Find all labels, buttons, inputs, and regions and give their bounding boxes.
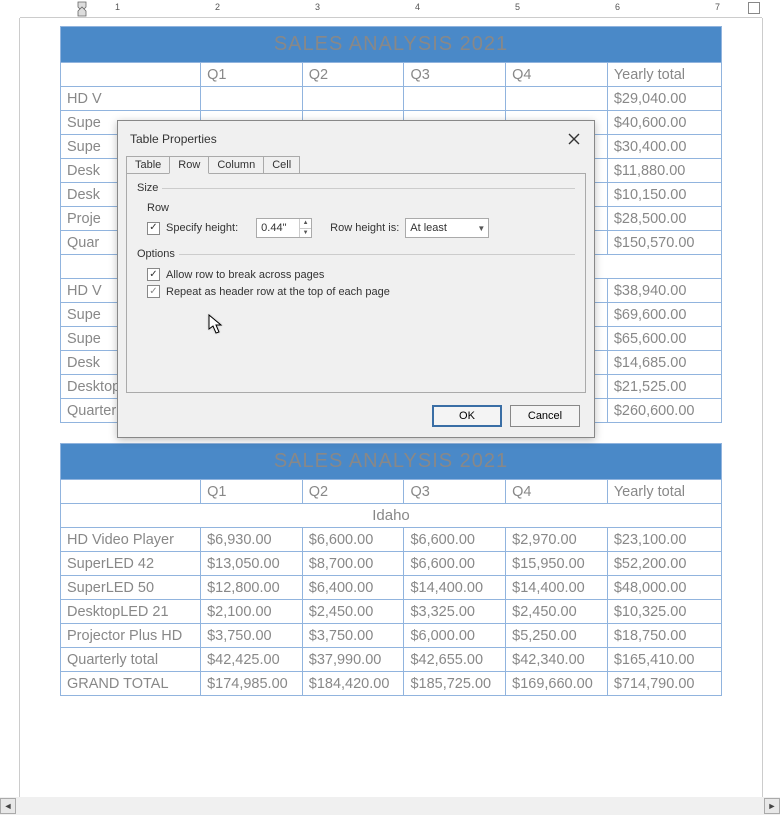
allow-break-label: Allow row to break across pages	[166, 269, 324, 281]
ruler-corner-button[interactable]	[748, 2, 760, 14]
horizontal-scrollbar[interactable]: ◄ ►	[0, 797, 780, 815]
ok-button[interactable]: OK	[432, 405, 502, 427]
tab-body: Size Row Specify height: 0.44" ▲▼ Row he…	[126, 173, 586, 393]
tab-column[interactable]: Column	[208, 156, 264, 174]
height-input[interactable]: 0.44" ▲▼	[256, 218, 312, 238]
indent-marker-icon[interactable]	[77, 0, 87, 18]
scroll-right-icon[interactable]: ►	[764, 798, 780, 814]
scroll-left-icon[interactable]: ◄	[0, 798, 16, 814]
close-icon[interactable]	[564, 129, 584, 149]
vertical-ruler-left	[0, 18, 20, 797]
horizontal-ruler: 1 2 3 4 5 6 7	[20, 0, 762, 18]
table-row: HD Video Player$6,930.00$6,600.00$6,600.…	[61, 528, 722, 552]
tab-row[interactable]: Row	[169, 156, 209, 174]
table-row: Quarterly total$42,425.00$37,990.00$42,6…	[61, 648, 722, 672]
chevron-down-icon: ▼	[477, 224, 485, 233]
tab-strip: Table Row Column Cell	[118, 156, 594, 174]
region-row: Idaho	[61, 504, 722, 528]
table-properties-dialog: Table Properties Table Row Column Cell S…	[117, 120, 595, 438]
specify-height-checkbox[interactable]	[147, 222, 160, 235]
repeat-header-label: Repeat as header row at the top of each …	[166, 286, 390, 298]
tab-table[interactable]: Table	[126, 156, 170, 174]
table-row: GRAND TOTAL$174,985.00$184,420.00$185,72…	[61, 672, 722, 696]
table-row: SuperLED 50$12,800.00$6,400.00$14,400.00…	[61, 576, 722, 600]
table-row: SuperLED 42$13,050.00$8,700.00$6,600.00$…	[61, 552, 722, 576]
table-row: Projector Plus HD$3,750.00$3,750.00$6,00…	[61, 624, 722, 648]
table-title: SALES ANALYSIS 2021	[61, 444, 722, 480]
options-group: Options Allow row to break across pages …	[137, 248, 575, 304]
table-row: DesktopLED 21$2,100.00$2,450.00$3,325.00…	[61, 600, 722, 624]
row-label: Row	[147, 202, 169, 214]
specify-height-label: Specify height:	[166, 222, 238, 234]
cancel-button[interactable]: Cancel	[510, 405, 580, 427]
size-group: Size Row Specify height: 0.44" ▲▼ Row he…	[137, 182, 575, 244]
vertical-ruler-right	[762, 18, 780, 797]
allow-break-checkbox[interactable]	[147, 268, 160, 281]
repeat-header-checkbox[interactable]	[147, 285, 160, 298]
spinner-icon[interactable]: ▲▼	[299, 219, 311, 237]
tab-cell[interactable]: Cell	[263, 156, 300, 174]
table-title: SALES ANALYSIS 2021	[61, 27, 722, 63]
row-height-mode-select[interactable]: At least ▼	[405, 218, 489, 238]
sales-table-2: SALES ANALYSIS 2021 Q1Q2Q3Q4Yearly total…	[60, 443, 722, 696]
dialog-title: Table Properties	[130, 132, 217, 146]
row-height-is-label: Row height is:	[330, 222, 399, 234]
